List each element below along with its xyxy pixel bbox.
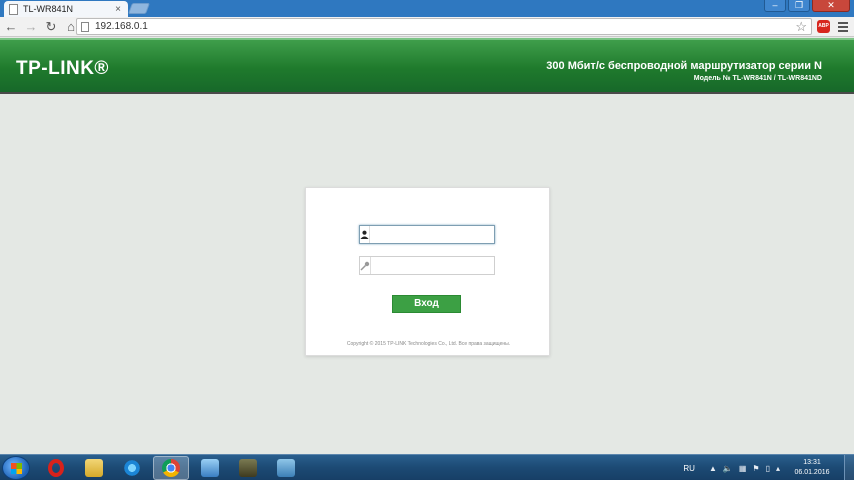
window-controls: – ❐ ✕ — [764, 0, 850, 12]
router-model: Модель № TL-WR841N / TL-WR841ND — [693, 75, 822, 82]
username-field[interactable] — [359, 225, 514, 244]
taskbar-network[interactable] — [268, 456, 304, 480]
router-header: TP-LINK® 300 Мбит/с беспроводной маршрут… — [0, 38, 854, 94]
close-window-button[interactable]: ✕ — [812, 0, 850, 12]
document-icon — [81, 21, 89, 32]
taskbar-camtasia[interactable] — [230, 456, 266, 480]
login-panel: Вход Copyright © 2015 TP-LINK Technologi… — [305, 187, 550, 356]
tab-close-icon[interactable]: × — [113, 4, 123, 15]
taskbar-chrome[interactable] — [153, 456, 189, 480]
action-center-icon[interactable]: ⚑ — [752, 464, 759, 473]
taskbar: RU ▲ 🔈 ▦ ⚑ ▯ ▴ 13:31 06.01.2016 — [0, 454, 854, 480]
username-input[interactable] — [378, 226, 514, 243]
show-desktop-button[interactable] — [844, 455, 854, 480]
new-tab-button[interactable] — [127, 3, 151, 14]
language-indicator[interactable]: RU — [683, 464, 695, 473]
taskbar-photo-viewer[interactable] — [192, 456, 228, 480]
router-title: 300 Мбит/с беспроводной маршрутизатор се… — [546, 60, 822, 72]
url-text[interactable]: 192.168.0.1 — [95, 21, 148, 32]
wifi-icon[interactable]: ▴ — [776, 464, 780, 473]
camtasia-icon — [239, 459, 257, 477]
page-icon — [9, 3, 18, 15]
tab-router[interactable]: TL-WR841N × — [4, 1, 128, 17]
chrome-icon — [162, 459, 180, 477]
browser-toolbar: ← → ↻ ⌂ 192.168.0.1 ☆ — [0, 17, 854, 37]
taskbar-explorer[interactable] — [76, 456, 112, 480]
photo-viewer-icon — [201, 459, 219, 477]
password-input[interactable] — [371, 257, 507, 274]
battery-icon[interactable]: ▯ — [766, 464, 770, 473]
key-icon — [360, 257, 371, 274]
clock-time: 13:31 — [803, 459, 821, 466]
network-tray-icon[interactable]: ▦ — [739, 464, 747, 473]
tab-title: TL-WR841N — [23, 4, 74, 14]
forward-icon[interactable]: → — [22, 18, 40, 36]
login-button[interactable]: Вход — [392, 295, 461, 313]
network-icon — [277, 459, 295, 477]
windows-logo-icon — [11, 463, 22, 474]
maximize-button[interactable]: ❐ — [788, 0, 810, 12]
taskbar-opera[interactable] — [38, 456, 74, 480]
opera-icon — [48, 459, 64, 477]
bookmark-star-icon[interactable]: ☆ — [795, 19, 807, 34]
copyright-text: Copyright © 2015 TP-LINK Technologies Co… — [346, 341, 511, 347]
clock[interactable]: 13:31 06.01.2016 — [786, 458, 838, 478]
system-tray: RU ▲ 🔈 ▦ ⚑ ▯ ▴ 13:31 06.01.2016 — [683, 455, 854, 480]
user-icon — [360, 226, 370, 243]
back-icon[interactable]: ← — [2, 18, 20, 36]
minimize-button[interactable]: – — [764, 0, 786, 12]
adblock-icon[interactable]: ABP — [817, 20, 830, 33]
tp-link-logo: TP-LINK® — [16, 58, 109, 79]
reload-icon[interactable]: ↻ — [42, 18, 60, 36]
taskbar-ie[interactable] — [114, 456, 150, 480]
tray-arrow-icon[interactable]: ▲ — [709, 464, 717, 473]
start-button[interactable] — [2, 456, 30, 480]
folder-icon — [85, 459, 103, 477]
password-field[interactable] — [359, 256, 507, 275]
menu-icon[interactable] — [838, 20, 848, 32]
internet-explorer-icon — [123, 459, 141, 477]
volume-icon[interactable]: 🔈 — [723, 464, 733, 473]
browser-tab-strip: TL-WR841N × – ❐ ✕ — [0, 0, 854, 17]
address-bar[interactable]: 192.168.0.1 ☆ — [76, 18, 812, 35]
clock-date: 06.01.2016 — [794, 469, 830, 476]
